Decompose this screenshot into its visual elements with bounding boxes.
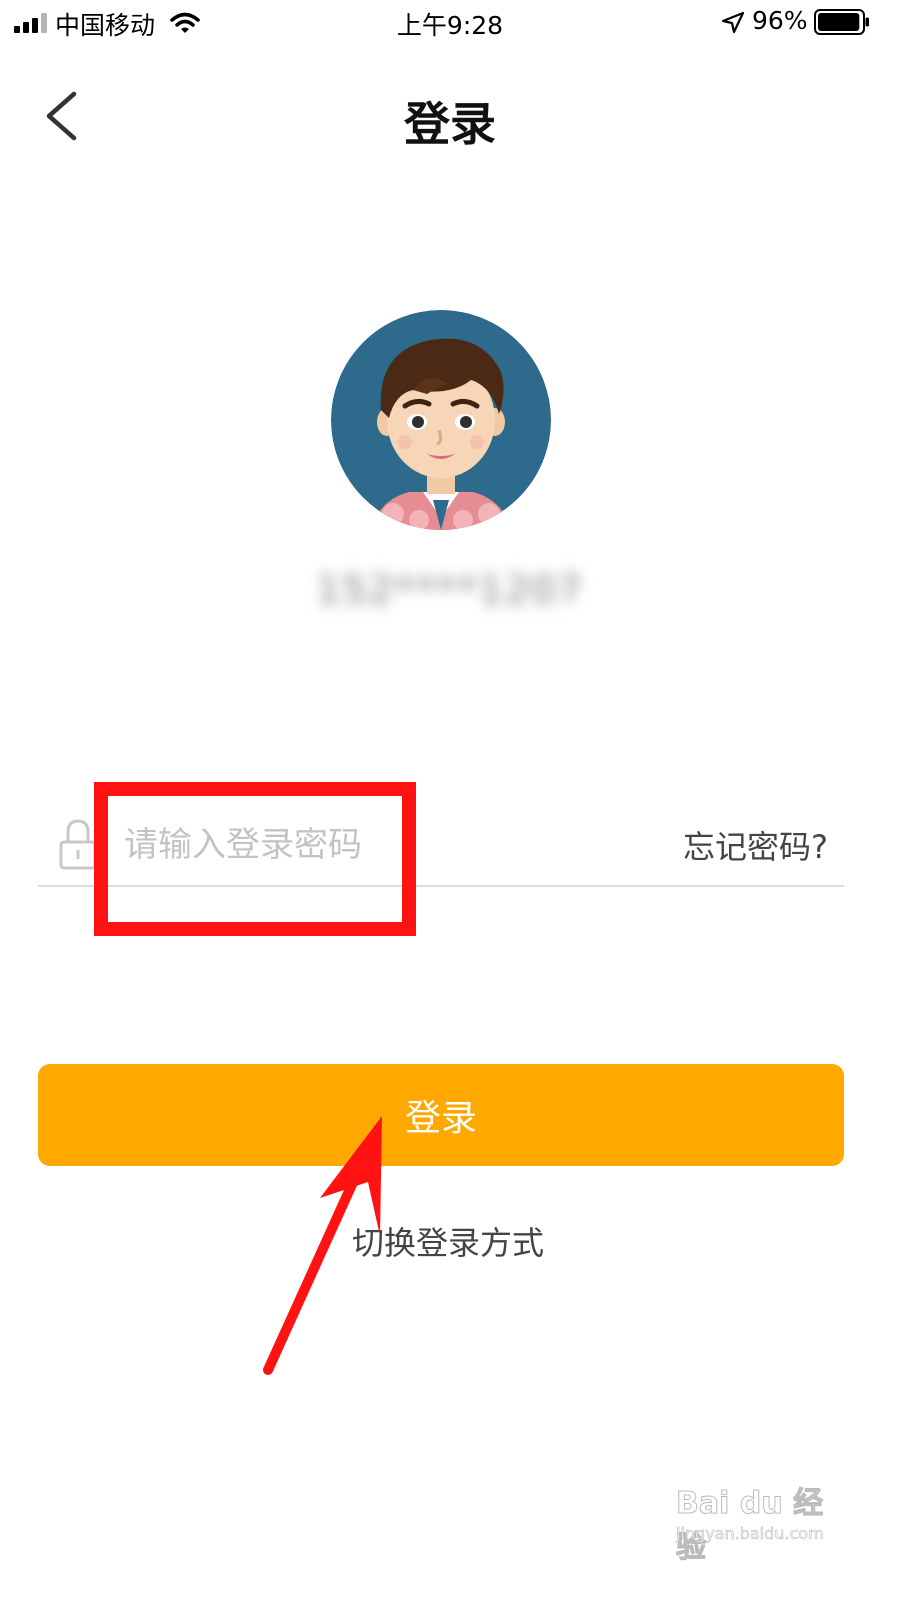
- status-bar: 中国移动 上午9:28 96%: [0, 0, 900, 46]
- page-title: 登录: [404, 97, 496, 151]
- location-arrow-icon: [721, 11, 745, 34]
- login-button[interactable]: 登录: [38, 1064, 844, 1166]
- watermark-url: jingyan.baidu.com: [676, 1524, 824, 1544]
- password-input[interactable]: [118, 812, 558, 878]
- watermark-logo: Bai du 经验: [676, 1486, 824, 1566]
- baidu-jingyan-watermark: Bai du 经验 jingyan.baidu.com: [676, 1472, 836, 1566]
- account-number: 152****1207: [316, 568, 584, 612]
- switch-login-method-link[interactable]: 切换登录方式: [352, 1218, 544, 1264]
- user-avatar-icon: [331, 310, 551, 530]
- input-divider: [38, 885, 844, 887]
- battery-icon: [814, 9, 869, 35]
- battery-percent: 96%: [752, 6, 808, 35]
- forgot-password-link[interactable]: 忘记密码?: [683, 822, 828, 868]
- lock-icon: [59, 819, 97, 870]
- avatar: [331, 310, 551, 530]
